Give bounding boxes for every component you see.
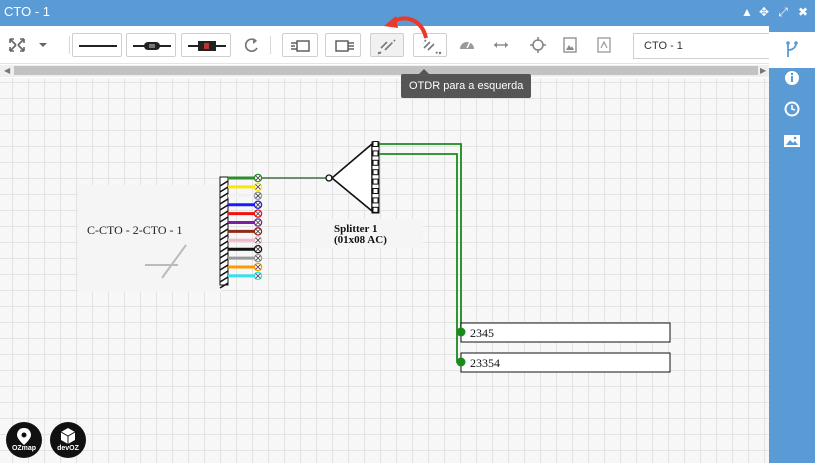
- fiber-4[interactable]: [228, 200, 263, 209]
- scroll-right-icon[interactable]: ▶: [760, 65, 766, 77]
- fiber-6[interactable]: [228, 218, 263, 227]
- fiber-8[interactable]: [228, 236, 263, 245]
- ozmap-label: OZmap: [11, 445, 37, 452]
- plug-icon: [291, 40, 310, 52]
- fiber-5[interactable]: [228, 209, 263, 218]
- client-label-2: 23354: [470, 356, 500, 370]
- crosshair-button[interactable]: [526, 33, 550, 57]
- tooltip: OTDR para a esquerda: [401, 69, 532, 98]
- splitter-output-port[interactable]: [372, 141, 379, 147]
- map-pin-icon: [17, 428, 31, 445]
- arrows-h-icon: [494, 42, 508, 48]
- refresh-button[interactable]: [238, 33, 266, 57]
- client-label-1: 2345: [470, 326, 494, 340]
- minimize-icon[interactable]: ▲: [740, 4, 754, 20]
- refresh-icon: [244, 38, 258, 53]
- splitter-output-port[interactable]: [372, 197, 379, 204]
- connector-button[interactable]: [181, 33, 231, 57]
- history-icon[interactable]: [780, 97, 804, 121]
- expand-dropdown-button[interactable]: [6, 33, 54, 57]
- close-icon[interactable]: ✖: [796, 4, 810, 20]
- fiber-list: [228, 173, 263, 281]
- picture-icon[interactable]: [780, 129, 804, 153]
- client-port-2[interactable]: [456, 357, 466, 367]
- fiber-3[interactable]: [228, 191, 263, 201]
- gauge-button[interactable]: [455, 33, 479, 57]
- splitter-output-port[interactable]: [372, 178, 379, 185]
- toolbar-separator: [270, 36, 271, 54]
- gauge-icon: [460, 41, 474, 49]
- hint-arrow-icon: [384, 16, 428, 39]
- fiber-12[interactable]: [228, 271, 263, 281]
- fusion-button[interactable]: [126, 33, 176, 57]
- horizontal-arrows-button[interactable]: [489, 33, 513, 57]
- fiber-1[interactable]: [228, 173, 263, 183]
- move-icon[interactable]: ✥: [757, 4, 771, 20]
- splitter-button[interactable]: [325, 33, 361, 57]
- window-title: CTO - 1: [4, 4, 50, 19]
- client-port-1[interactable]: [456, 327, 466, 337]
- pdf-icon: [597, 37, 611, 53]
- tooltip-text: OTDR para a esquerda: [409, 80, 524, 92]
- fiber-9[interactable]: [228, 244, 263, 254]
- splitter-output-port[interactable]: [372, 159, 379, 166]
- splitter-icon: [335, 40, 354, 52]
- cable-line-button[interactable]: [72, 33, 122, 57]
- splitter-symbol[interactable]: [330, 142, 373, 213]
- image-export-button[interactable]: [558, 33, 582, 57]
- info-icon[interactable]: [780, 66, 804, 90]
- fiber-2[interactable]: [228, 182, 263, 192]
- fiber-7[interactable]: [228, 227, 263, 236]
- maximize-icon[interactable]: ⤢: [776, 4, 790, 20]
- expand-arrows-icon: [9, 38, 47, 52]
- cable-line-icon: [79, 45, 117, 47]
- client-link-2: [379, 153, 461, 363]
- cto-window: CTO - 1 ▲ ✥ ⤢ ✖ CTO - 1 ◀ ▶ C-CTO - 2-CT…: [0, 0, 815, 463]
- connector-icon: [188, 41, 226, 51]
- scroll-left-icon[interactable]: ◀: [4, 65, 10, 77]
- diagram-canvas[interactable]: C-CTO - 2-CTO - 1 Splitter 1 (01x08 AC): [0, 78, 769, 463]
- fiber-11[interactable]: [228, 262, 263, 272]
- crosshair-icon: [530, 37, 546, 53]
- pdf-export-button[interactable]: [592, 33, 616, 57]
- ozmap-logo[interactable]: OZmap: [6, 422, 42, 458]
- cto-name-input[interactable]: [633, 33, 769, 59]
- side-panel: [769, 26, 815, 463]
- splitter-output-port[interactable]: [372, 169, 379, 176]
- splitter-output-port[interactable]: [372, 206, 379, 213]
- fiber-diagram: C-CTO - 2-CTO - 1 Splitter 1 (01x08 AC): [78, 141, 671, 373]
- horizontal-scrollbar[interactable]: ◀ ▶: [0, 65, 769, 77]
- plug-button[interactable]: [282, 33, 318, 57]
- routing-icon[interactable]: [780, 38, 804, 62]
- splitter-type: (01x08 AC): [334, 234, 387, 246]
- fiber-10[interactable]: [228, 253, 263, 263]
- cable-box[interactable]: [78, 185, 221, 292]
- image-icon: [563, 37, 577, 53]
- devoz-logo[interactable]: devOZ: [50, 422, 86, 458]
- scrollbar-thumb[interactable]: [14, 66, 758, 75]
- toolbar-separator: [69, 36, 70, 54]
- cable-label: C-CTO - 2-CTO - 1: [87, 223, 183, 237]
- fusion-splice-icon: [133, 42, 171, 50]
- cube-icon: [60, 428, 76, 444]
- devoz-label: devOZ: [57, 445, 79, 452]
- splitter-output-port[interactable]: [372, 150, 379, 157]
- splitter-output-port[interactable]: [372, 188, 379, 194]
